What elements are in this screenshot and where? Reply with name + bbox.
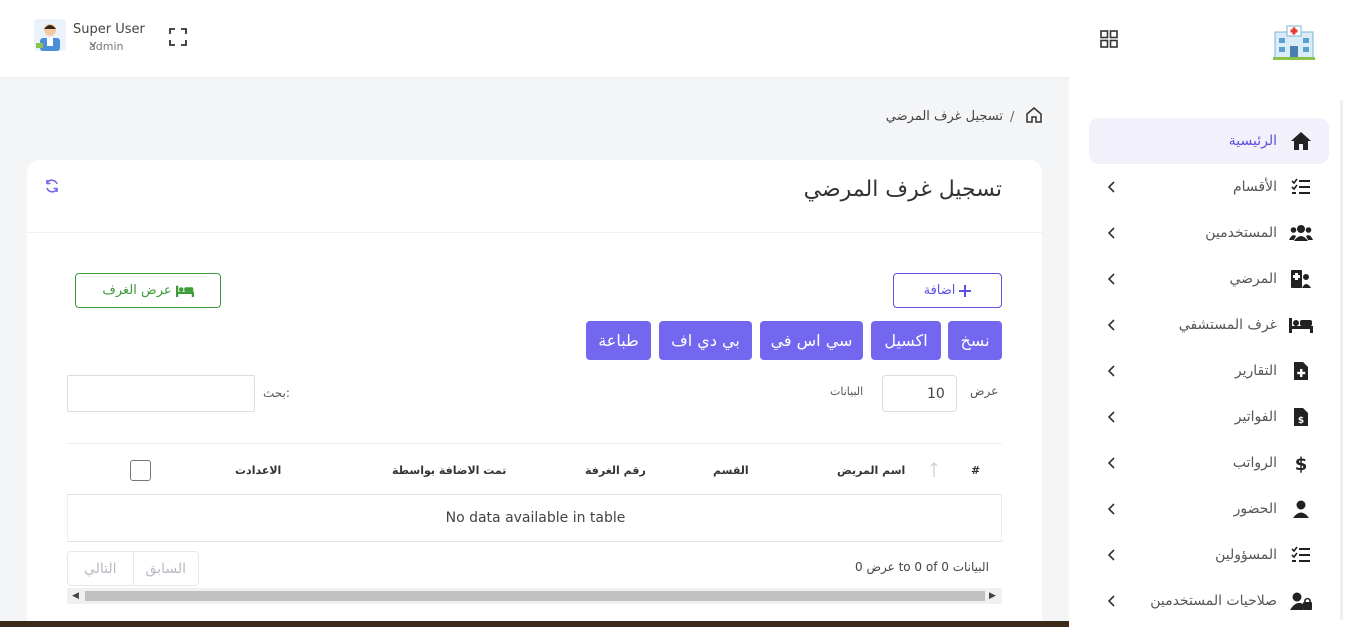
user-name[interactable]: Super User: [73, 22, 145, 37]
list-check-icon: [1289, 544, 1313, 566]
svg-text:$: $: [1295, 454, 1308, 473]
sidebar-item-permissions[interactable]: صلاحيات المستخدمين: [1089, 578, 1329, 624]
horizontal-scrollbar[interactable]: ◀ ▶: [67, 588, 1002, 604]
patient-icon: [1289, 268, 1313, 290]
list-check-icon: [1289, 176, 1313, 198]
sidebar-item-hospital-rooms[interactable]: غرف المستشفي: [1089, 302, 1329, 348]
chevron-left-icon: [1107, 549, 1115, 561]
users-icon: [1289, 222, 1313, 244]
breadcrumb-separator: /: [1010, 110, 1015, 125]
sort-arrow-icon[interactable]: [930, 462, 938, 478]
sidebar-item-invoices[interactable]: $ الفواتير: [1089, 394, 1329, 440]
sidebar-item-label: غرف المستشفي: [1178, 317, 1277, 333]
column-header-settings[interactable]: الاعدادت: [235, 464, 281, 477]
search-label: بحث:: [263, 386, 290, 400]
add-button[interactable]: اضافة: [893, 273, 1002, 308]
previous-page-button[interactable]: السابق: [132, 552, 199, 585]
column-header-added-by[interactable]: تمت الاضافة بواسطة: [392, 464, 506, 477]
chevron-left-icon: [1107, 227, 1115, 239]
table-info: عرض 0 to 0 of 0 البيانات: [855, 560, 989, 574]
grid-icon[interactable]: [1099, 29, 1119, 49]
fullscreen-icon[interactable]: [168, 27, 188, 47]
column-header-department[interactable]: القسم: [713, 464, 749, 477]
page-length-select[interactable]: 10: [882, 375, 957, 412]
bed-icon: [175, 285, 194, 297]
sidebar-item-label: الرئيسية: [1228, 133, 1277, 149]
refresh-icon[interactable]: [44, 178, 60, 194]
sidebar-item-label: الرواتب: [1232, 455, 1277, 471]
chevron-left-icon: [1107, 319, 1115, 331]
sidebar-item-patients[interactable]: المرضي: [1089, 256, 1329, 302]
column-header-number[interactable]: #: [971, 464, 980, 477]
sidebar-scrollbar[interactable]: [1340, 100, 1343, 620]
sidebar-item-home[interactable]: الرئيسية: [1089, 118, 1329, 164]
chevron-left-icon: [1107, 595, 1115, 607]
file-invoice-icon: $: [1289, 406, 1313, 428]
user-role: admin: [89, 40, 124, 53]
bed-icon: [1289, 314, 1313, 336]
svg-text:$: $: [1298, 416, 1304, 426]
chevron-left-icon: [1107, 273, 1115, 285]
dollar-icon: $: [1289, 452, 1313, 474]
home-icon[interactable]: [1025, 106, 1043, 124]
sidebar-item-attendance[interactable]: الحضور: [1089, 486, 1329, 532]
breadcrumb: تسجيل غرف المرضي: [885, 109, 1003, 124]
column-header-patient-name[interactable]: اسم المريض: [837, 464, 905, 477]
user-avatar[interactable]: [34, 19, 66, 51]
scrollbar-thumb[interactable]: [85, 591, 985, 601]
home-icon: [1289, 130, 1313, 152]
sidebar-item-label: المرضي: [1229, 271, 1277, 287]
excel-button[interactable]: اكسيل: [871, 321, 941, 360]
sidebar-item-label: صلاحيات المستخدمين: [1150, 593, 1277, 609]
table-row: No data available in table: [67, 495, 1002, 542]
sidebar-item-label: التقارير: [1234, 363, 1277, 379]
sidebar-item-label: المستخدمين: [1205, 225, 1277, 241]
sidebar: الرئيسية الأقسام المستخدمين المرضي غرف ا…: [1069, 0, 1349, 627]
pagination: التالي السابق: [67, 551, 199, 586]
sidebar-item-departments[interactable]: الأقسام: [1089, 164, 1329, 210]
sidebar-item-label: الفواتير: [1234, 409, 1277, 425]
add-button-label: اضافة: [923, 283, 956, 298]
view-rooms-label: عرض الغرف: [102, 283, 172, 298]
main-card: تسجيل غرف المرضي اضافة عرض الغرف نسخ اكس…: [27, 160, 1042, 627]
empty-table-message: No data available in table: [445, 510, 626, 526]
view-rooms-button[interactable]: عرض الغرف: [75, 273, 221, 308]
chevron-left-icon: [1107, 411, 1115, 423]
pdf-button[interactable]: بي دي اف: [659, 321, 752, 360]
scroll-left-icon[interactable]: ◀: [72, 591, 79, 601]
sidebar-item-admins[interactable]: المسؤولين: [1089, 532, 1329, 578]
divider: [27, 232, 1042, 233]
next-page-button[interactable]: التالي: [68, 552, 133, 585]
page-title: تسجيل غرف المرضي: [803, 177, 1002, 202]
search-input[interactable]: [67, 375, 255, 412]
length-label: عرض: [970, 384, 999, 398]
user-icon: [1289, 498, 1313, 520]
length-unit-label: البيانات: [830, 385, 864, 398]
sidebar-item-users[interactable]: المستخدمين: [1089, 210, 1329, 256]
top-header: Super User admin: [0, 0, 1069, 77]
plus-icon: [959, 284, 972, 297]
hospital-logo-icon[interactable]: [1273, 24, 1315, 60]
sidebar-item-label: المسؤولين: [1215, 547, 1277, 563]
select-all-checkbox[interactable]: [130, 460, 151, 481]
column-header-room-number[interactable]: رقم الغرفة: [585, 464, 646, 477]
user-lock-icon: [1289, 590, 1313, 612]
chevron-left-icon: [1107, 181, 1115, 193]
scroll-right-icon[interactable]: ▶: [989, 591, 996, 601]
chevron-left-icon: [1107, 365, 1115, 377]
sidebar-item-label: الحضور: [1233, 501, 1277, 517]
sidebar-item-label: الأقسام: [1233, 179, 1277, 195]
taskbar-strip: [0, 621, 1069, 627]
chevron-left-icon: [1107, 503, 1115, 515]
sidebar-item-salaries[interactable]: $ الرواتب: [1089, 440, 1329, 486]
print-button[interactable]: طباعة: [586, 321, 651, 360]
sidebar-menu: الرئيسية الأقسام المستخدمين المرضي غرف ا…: [1089, 118, 1329, 624]
sidebar-header: [1069, 0, 1349, 88]
csv-button[interactable]: سي اس في: [760, 321, 863, 360]
file-medical-icon: [1289, 360, 1313, 382]
chevron-left-icon: [1107, 457, 1115, 469]
sidebar-item-reports[interactable]: التقارير: [1089, 348, 1329, 394]
table-header: # اسم المريض القسم رقم الغرفة تمت الاضاف…: [67, 443, 1002, 495]
copy-button[interactable]: نسخ: [948, 321, 1002, 360]
